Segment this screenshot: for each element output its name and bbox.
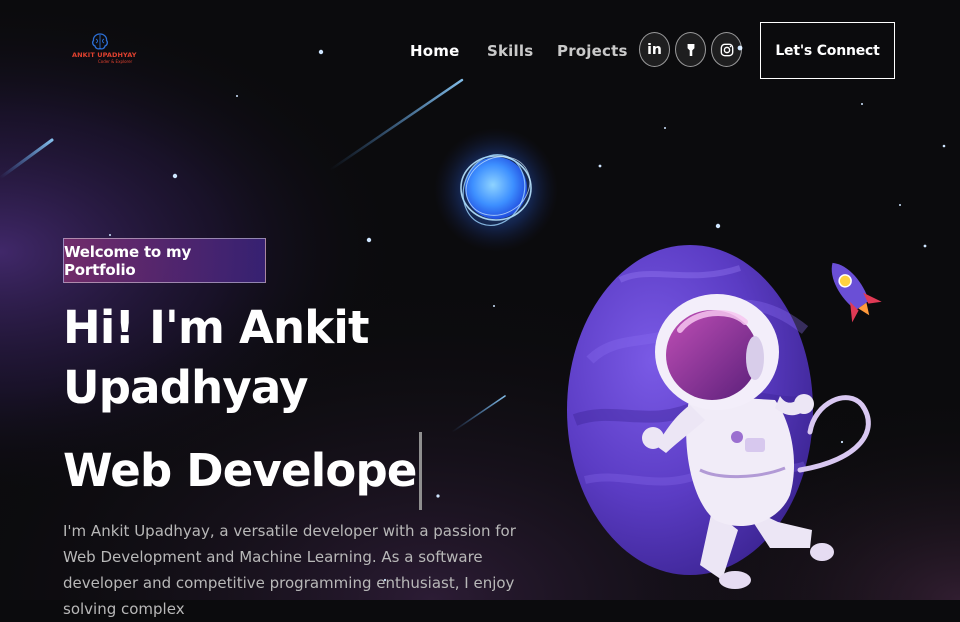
github-icon: [687, 43, 694, 56]
brand-logo[interactable]: ANKIT UPADHYAY Coder & Explorer: [72, 32, 136, 72]
github-link[interactable]: [675, 32, 706, 67]
nav-link-skills[interactable]: Skills: [487, 42, 533, 60]
hero-bio: I'm Ankit Upadhyay, a versatile develope…: [63, 522, 516, 618]
brain-icon: [92, 33, 108, 50]
typed-role-text: Web Develope: [63, 444, 417, 497]
navbar: ANKIT UPADHYAY Coder & Explorer Home Ski…: [0, 0, 960, 100]
instagram-icon: [720, 43, 733, 56]
typed-role-line: Web Develope: [63, 432, 422, 510]
welcome-tagline: Welcome to my Portfolio: [63, 238, 266, 283]
nav-link-projects[interactable]: Projects: [557, 42, 628, 60]
linkedin-icon: in: [647, 41, 662, 58]
lets-connect-button[interactable]: Let's Connect: [760, 22, 895, 79]
nav-link-home[interactable]: Home: [410, 42, 459, 60]
hero-headline: Hi! I'm Ankit Upadhyay: [63, 301, 369, 414]
linkedin-link[interactable]: in: [639, 32, 670, 67]
instagram-link[interactable]: [711, 32, 742, 67]
brand-tagline: Coder & Explorer: [98, 59, 133, 64]
typing-cursor: [418, 432, 422, 510]
brand-name: ANKIT UPADHYAY: [72, 51, 137, 59]
